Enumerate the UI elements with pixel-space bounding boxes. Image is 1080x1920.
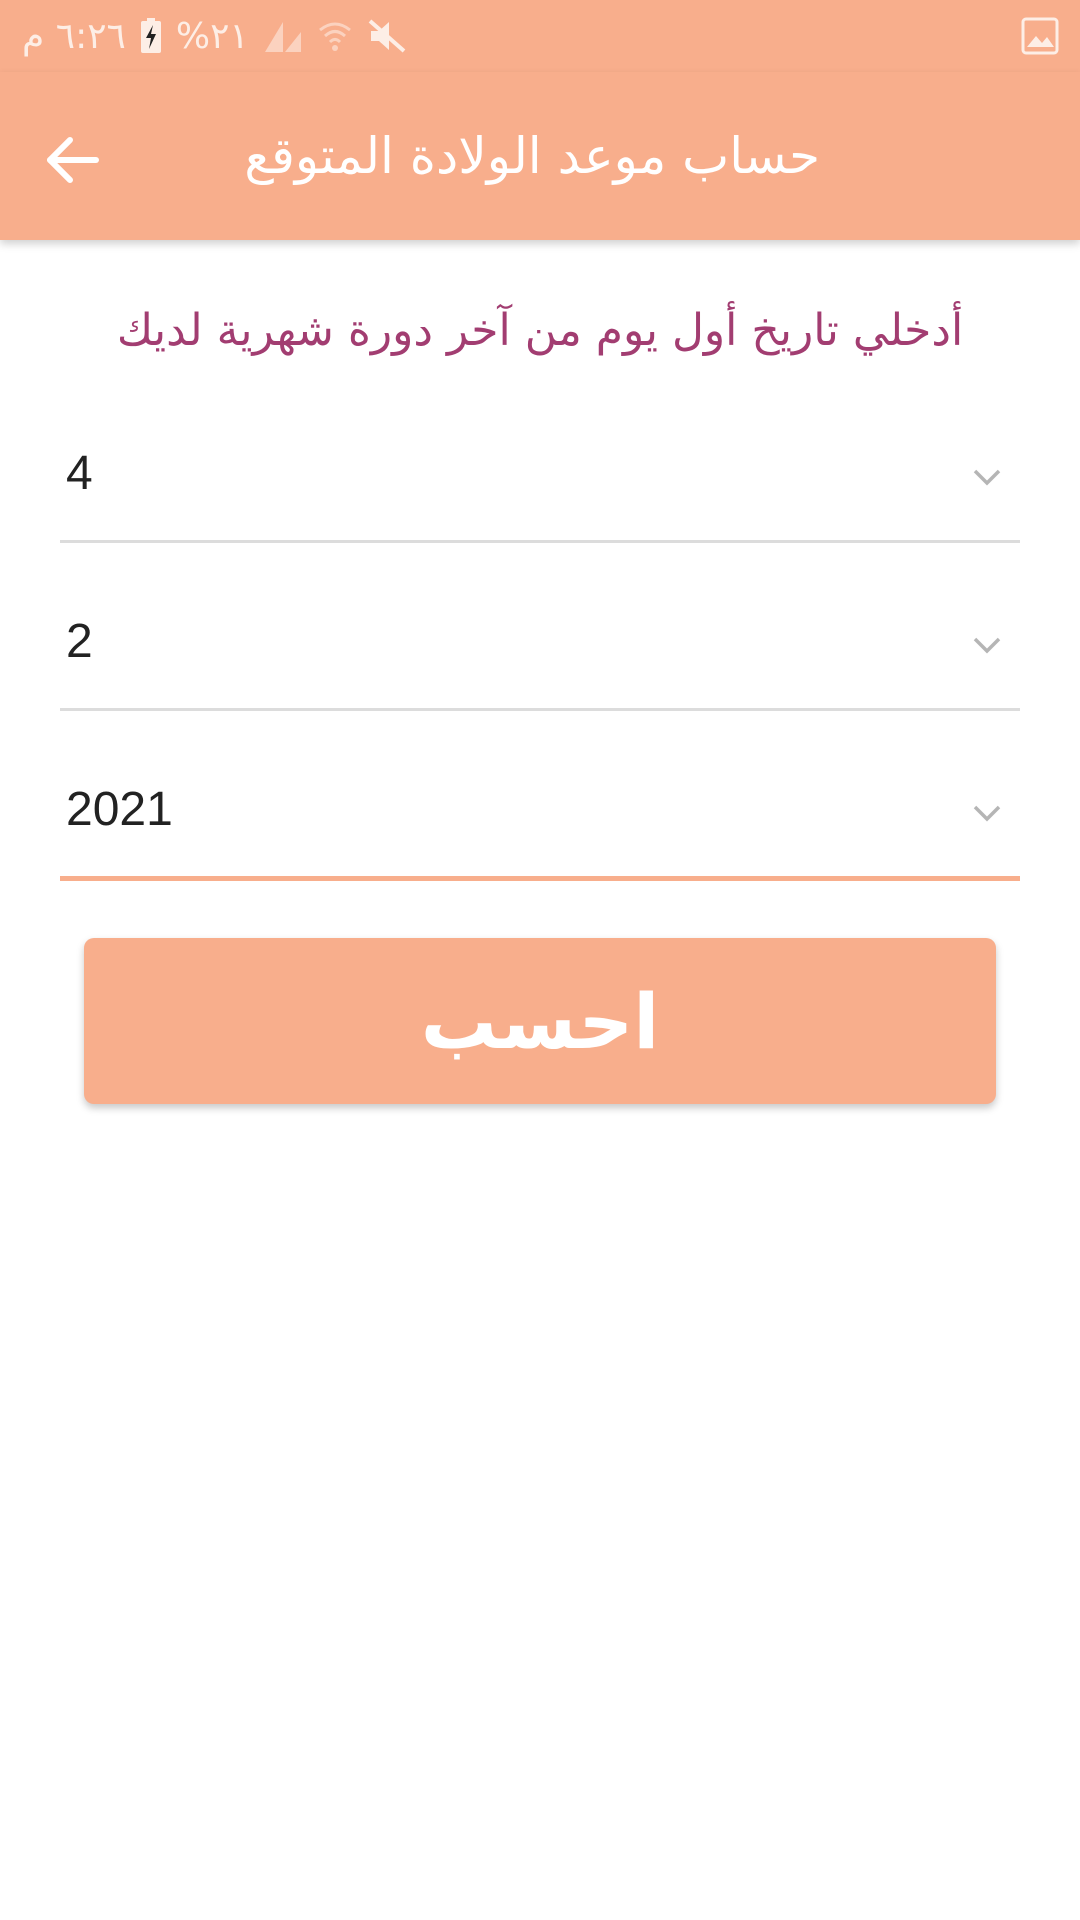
arrow-left-icon (47, 137, 99, 183)
app-bar: حساب موعد الولادة المتوقع (0, 72, 1080, 240)
status-indicators: ٦:٢٦ م %٢١ (22, 0, 407, 72)
year-value: 2021 (66, 783, 173, 836)
wifi-icon (318, 22, 351, 51)
gallery-icon (1020, 16, 1060, 56)
status-bar: ٦:٢٦ م %٢١ (0, 0, 1080, 72)
day-value: 4 (66, 447, 93, 500)
calculate-button-label: احسب (420, 976, 660, 1066)
instruction-text: أدخلي تاريخ أول يوم من آخر دورة شهرية لد… (116, 305, 964, 356)
back-button[interactable] (34, 122, 110, 198)
month-dropdown[interactable]: 2 (60, 588, 1020, 711)
calculate-button[interactable]: احسب (84, 938, 996, 1104)
page-title: حساب موعد الولادة المتوقع (244, 127, 820, 185)
year-dropdown[interactable]: 2021 (60, 756, 1020, 881)
charging-battery-icon (140, 18, 161, 53)
chevron-down-icon (973, 637, 1001, 654)
chevron-down-icon (973, 469, 1001, 486)
chevron-down-icon (973, 805, 1001, 822)
status-time: ٦:٢٦ م (22, 15, 126, 57)
mute-icon (368, 19, 406, 53)
signal-icon (264, 22, 301, 52)
day-dropdown[interactable]: 4 (60, 420, 1020, 543)
month-value: 2 (66, 615, 93, 668)
battery-percentage: %٢١ (175, 15, 249, 57)
